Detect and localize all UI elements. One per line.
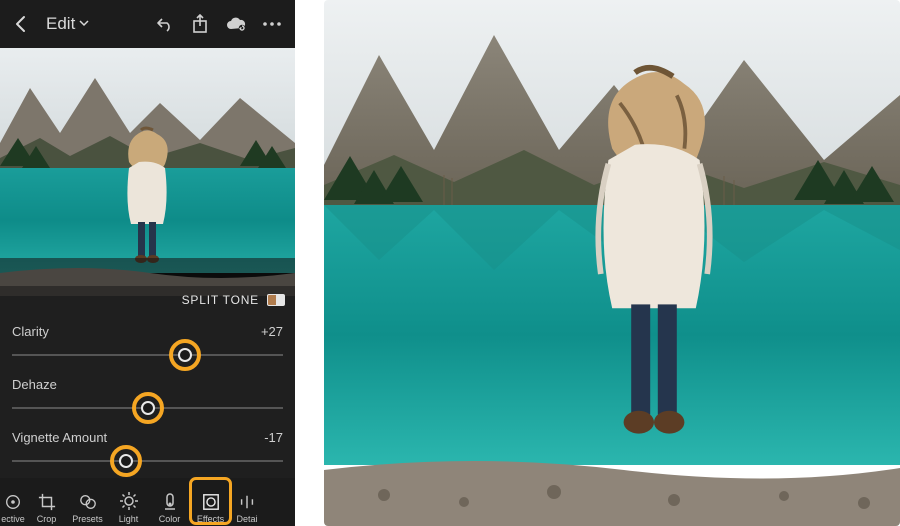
- dehaze-slider[interactable]: [12, 398, 283, 418]
- light-icon: [119, 491, 139, 511]
- slider-value: -17: [264, 430, 283, 445]
- split-tone-label: SPLIT TONE: [182, 293, 259, 307]
- preview-scene: [0, 48, 295, 296]
- tool-label: Light: [119, 514, 139, 524]
- back-icon[interactable]: [10, 13, 32, 35]
- slider-label: Clarity: [12, 324, 49, 339]
- bottom-toolbar: ective Crop Presets Light Color Effects …: [0, 478, 295, 526]
- selective-icon: [4, 493, 22, 511]
- result-scene: [324, 0, 900, 526]
- chevron-down-icon: [79, 20, 89, 28]
- slider-label: Dehaze: [12, 377, 57, 392]
- tool-label: ective: [1, 514, 25, 524]
- phone-panel: Edit: [0, 0, 295, 526]
- crop-icon: [38, 493, 56, 511]
- color-icon: [161, 491, 179, 511]
- tool-label: Effects: [197, 514, 224, 524]
- split-tone-button[interactable]: SPLIT TONE: [0, 286, 295, 314]
- clarity-slider[interactable]: [12, 345, 283, 365]
- presets-icon: [79, 493, 97, 511]
- topbar: Edit: [0, 0, 295, 48]
- undo-icon[interactable]: [153, 13, 175, 35]
- slider-label: Vignette Amount: [12, 430, 107, 445]
- slider-vignette: Vignette Amount -17: [12, 426, 283, 471]
- tool-selective[interactable]: ective: [0, 478, 26, 524]
- slider-clarity: Clarity +27: [12, 320, 283, 365]
- tool-light[interactable]: Light: [108, 478, 149, 524]
- split-tone-icon: [267, 294, 285, 306]
- detail-icon: [238, 493, 256, 511]
- tool-label: Presets: [72, 514, 103, 524]
- edit-menu[interactable]: Edit: [46, 14, 89, 34]
- share-icon[interactable]: [189, 13, 211, 35]
- tool-presets[interactable]: Presets: [67, 478, 108, 524]
- tool-label: Color: [159, 514, 181, 524]
- tool-detail[interactable]: Detai: [231, 478, 263, 524]
- tool-label: Crop: [37, 514, 57, 524]
- effects-icon: [202, 493, 220, 511]
- result-image: [324, 0, 900, 526]
- vignette-slider[interactable]: [12, 451, 283, 471]
- slider-value: +27: [261, 324, 283, 339]
- effects-sliders: Clarity +27 Dehaze Vignette Amount: [0, 320, 295, 478]
- image-preview[interactable]: [0, 48, 295, 296]
- more-icon[interactable]: [261, 13, 283, 35]
- edit-label: Edit: [46, 14, 75, 34]
- tool-color[interactable]: Color: [149, 478, 190, 524]
- tool-crop[interactable]: Crop: [26, 478, 67, 524]
- tool-effects[interactable]: Effects: [190, 478, 231, 524]
- slider-dehaze: Dehaze: [12, 373, 283, 418]
- tool-label: Detai: [236, 514, 257, 524]
- cloud-sync-icon[interactable]: [225, 13, 247, 35]
